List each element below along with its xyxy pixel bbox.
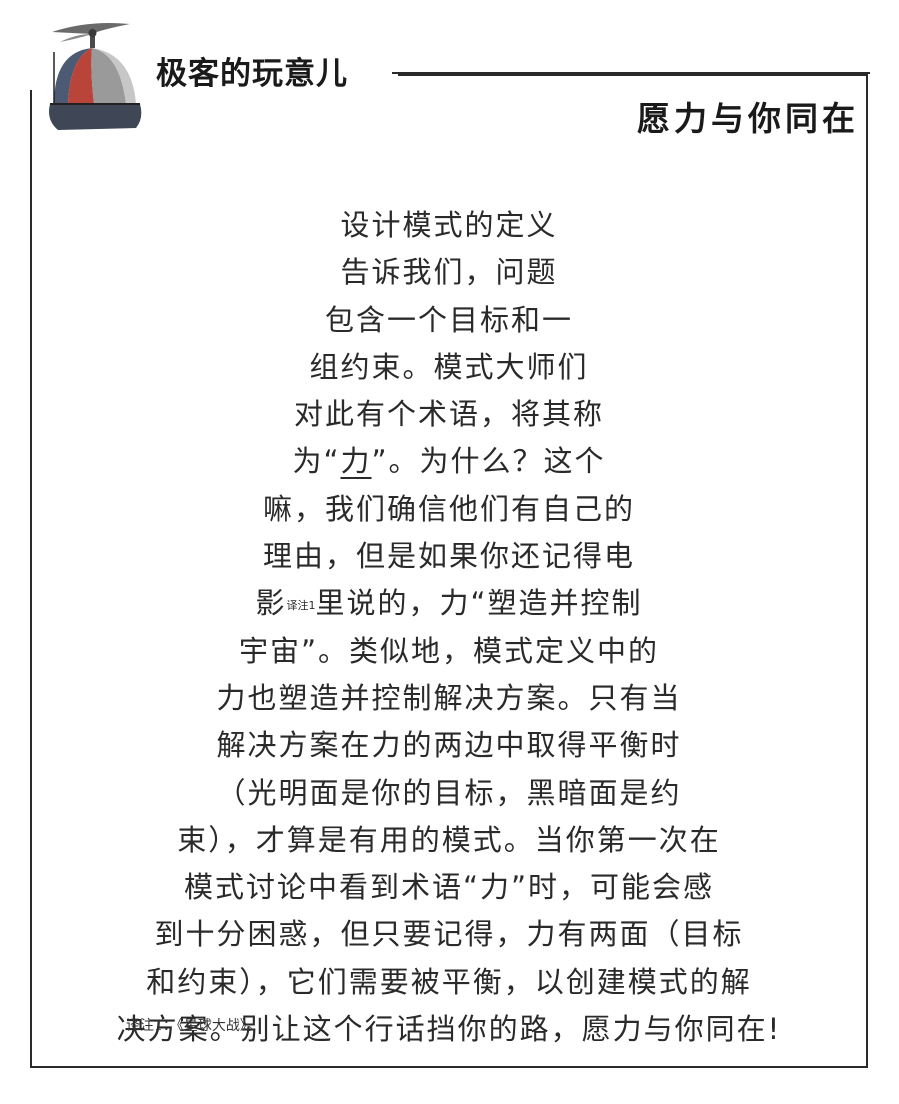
body-text: 设计模式的定义 告诉我们，问题 包含一个目标和一 组约束。模式大师们 对此有个术语，将其… <box>40 202 858 1053</box>
body-line: 和约束），它们需要被平衡，以创建模式的解 <box>146 964 752 999</box>
body-line: 到十分困惑，但只要记得，力有两面（目标 <box>154 917 744 952</box>
body-line: 束），才算是有用的模式。当你第一次在 <box>177 822 721 857</box>
body-line: 包含一个目标和一 <box>324 302 573 337</box>
body-line: 理由，但是如果你还记得电 <box>262 539 635 574</box>
propeller-beanie-icon <box>49 23 142 130</box>
body-line: 告诉我们，问题 <box>340 255 558 290</box>
header-title: 极客的玩意儿 <box>156 56 348 92</box>
body-line: 嘛，我们确信他们有自己的 <box>262 491 635 526</box>
underlined-term: 力 <box>340 444 372 479</box>
sidebar-subtitle: 愿力与你同在 <box>637 99 859 138</box>
body-line: （光明面是你的目标，黑暗面是约 <box>216 775 682 810</box>
body-line: 模式讨论中看到术语“力”时，可能会感 <box>183 870 715 905</box>
body-line: 力也塑造并控制解决方案。只有当 <box>216 680 682 715</box>
body-line: 影译注1里说的，力“塑造并控制 <box>255 586 643 621</box>
footnote: 译注1：《星球大战》。 <box>126 1018 261 1034</box>
body-line: 解决方案在力的两边中取得平衡时 <box>216 728 682 763</box>
header-rule <box>392 72 870 74</box>
body-line: 对此有个术语，将其称 <box>293 397 604 432</box>
body-line: 设计模式的定义 <box>340 208 558 242</box>
body-line: 为“力”。为什么？这个 <box>292 444 606 479</box>
body-line: 组约束。模式大师们 <box>309 349 589 384</box>
body-line: 宇宙”。类似地，模式定义中的 <box>238 633 660 668</box>
footnote-marker: 译注1 <box>286 599 316 613</box>
